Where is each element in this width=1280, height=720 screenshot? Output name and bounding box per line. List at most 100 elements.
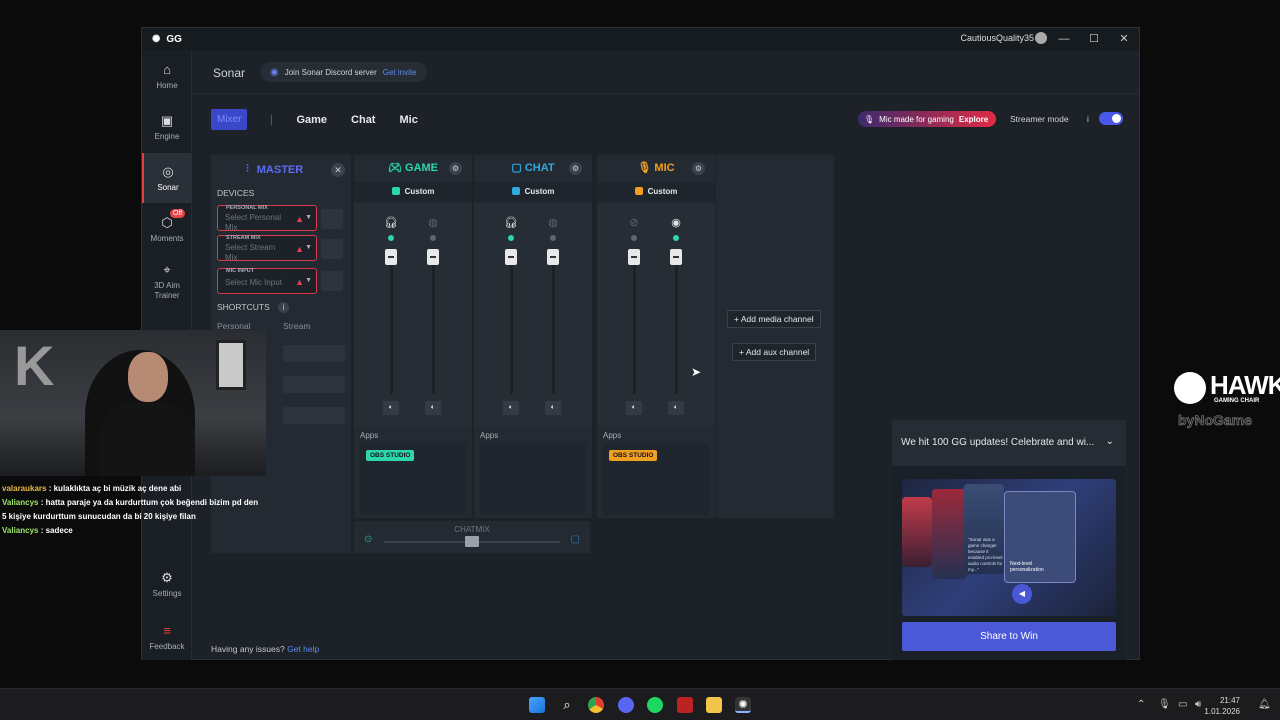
fader-track[interactable]	[510, 256, 513, 394]
fader-track[interactable]	[633, 256, 636, 394]
headphones-icon[interactable]: 🎧︎	[384, 216, 398, 229]
select-label: MIC INPUT	[226, 268, 255, 274]
chevron-up-icon[interactable]: ⌃	[1137, 699, 1145, 710]
volume-icon[interactable]: 🔊︎	[1195, 699, 1201, 710]
notification-header[interactable]: We hit 100 GG updates! Celebrate and wi.…	[892, 420, 1126, 466]
fader-track[interactable]	[390, 256, 393, 394]
minimize-button[interactable]: —	[1053, 31, 1075, 47]
headphones-icon[interactable]: 🎧︎	[504, 216, 518, 229]
fader-track[interactable]	[432, 256, 435, 394]
close-button[interactable]: ✕	[1113, 31, 1135, 47]
chevron-down-icon: ▼	[305, 244, 312, 251]
mute-icon[interactable]: 🔈︎	[545, 401, 561, 415]
share-to-win-button[interactable]: Share to Win	[902, 622, 1116, 651]
chip-icon: ▣	[160, 113, 174, 128]
stream-mix-select[interactable]: STREAM MIX Select Stream Mix ▲ ▼	[217, 235, 317, 262]
maximize-button[interactable]: ☐	[1083, 31, 1105, 47]
sidebar-item-home[interactable]: ⌂ Home	[142, 62, 192, 90]
sidebar-item-aim-trainer[interactable]: ⌖ 3D Aim Trainer	[142, 262, 192, 301]
network-icon[interactable]: ▭	[1178, 699, 1187, 710]
sidebar-item-settings[interactable]: ⚙ Settings	[142, 570, 192, 598]
app-chip-obs[interactable]: OBS STUDIO	[609, 450, 658, 461]
shortcut-stream-3[interactable]	[283, 407, 345, 424]
search-icon[interactable]: ⌕	[559, 697, 575, 713]
mute-icon[interactable]: 🔈︎	[503, 401, 519, 415]
shortcut-stream-1[interactable]	[283, 345, 345, 362]
fader-handle[interactable]	[385, 249, 397, 265]
fader-handle[interactable]	[670, 249, 682, 265]
preset-select[interactable]: Custom	[354, 182, 472, 202]
broadcast-icon[interactable]: ◍	[546, 216, 560, 229]
discord-invite[interactable]: ◉ Join Sonar Discord server Get invite	[260, 62, 427, 82]
gear-icon[interactable]: ⚙	[569, 162, 582, 175]
shortcut-stream-2[interactable]	[283, 376, 345, 393]
apps-dropzone[interactable]: OBS STUDIO	[603, 443, 709, 515]
hawk-brand: HAWK	[1210, 370, 1280, 400]
get-invite-link[interactable]: Get invite	[383, 68, 417, 77]
spotify-icon[interactable]	[647, 697, 663, 713]
mic-promo-pill[interactable]: 🎙 Mic made for gaming Explore	[858, 111, 997, 127]
info-icon[interactable]: i	[278, 302, 290, 313]
personal-mix-volume[interactable]	[321, 209, 343, 229]
fader-handle[interactable]	[427, 249, 439, 265]
hawk-emblem-icon	[1174, 372, 1206, 404]
voicemod-icon[interactable]	[677, 697, 693, 713]
tab-game[interactable]: Game	[296, 114, 327, 126]
discord-icon[interactable]	[618, 697, 634, 713]
notification-bell-icon[interactable]: 🔔︎	[1258, 699, 1271, 710]
streamer-mode-toggle[interactable]	[1099, 112, 1123, 125]
gear-icon[interactable]: ⚙	[449, 162, 462, 175]
mute-icon[interactable]: 🔈︎	[626, 401, 642, 415]
sidebar-item-engine[interactable]: ▣ Engine	[142, 113, 192, 141]
broadcast-icon[interactable]: ◍	[426, 216, 440, 229]
file-explorer-icon[interactable]	[706, 697, 722, 713]
sidebar-item-sonar[interactable]: ◎ Sonar	[142, 153, 192, 203]
mute-icon[interactable]: 🔈︎	[383, 401, 399, 415]
chatmix-handle[interactable]	[465, 536, 479, 547]
app-chip-obs[interactable]: OBS STUDIO	[366, 450, 415, 461]
mute-icon[interactable]: 🔈︎	[425, 401, 441, 415]
sidebar-item-feedback[interactable]: ≡ Feedback	[142, 623, 192, 651]
add-media-channel-button[interactable]: + Add media channel	[727, 310, 821, 328]
steelseries-gg-icon[interactable]: ✺	[735, 697, 751, 713]
gear-icon[interactable]: ⚙	[692, 162, 705, 175]
fader-track[interactable]	[675, 256, 678, 394]
mic-input-select[interactable]: MIC INPUT Select Mic Input ▲ ▼	[217, 268, 317, 294]
sliders-icon: ⫶	[246, 163, 249, 175]
fader-handle[interactable]	[547, 249, 559, 265]
fader-handle[interactable]	[628, 249, 640, 265]
fader-handle[interactable]	[505, 249, 517, 265]
windows-start-icon[interactable]	[529, 697, 545, 713]
system-clock[interactable]: 21:47 1.01.2026	[1204, 695, 1240, 717]
stream-mix-volume[interactable]	[321, 239, 343, 259]
apps-dropzone[interactable]: OBS STUDIO	[360, 443, 466, 515]
chrome-icon[interactable]	[588, 697, 604, 713]
info-icon[interactable]: i	[1087, 114, 1089, 124]
personal-mix-select[interactable]: PERSONAL MIX Select Personal Mix ▲ ▼	[217, 205, 317, 232]
get-help-link[interactable]: Get help	[287, 644, 319, 654]
select-placeholder: Select Personal Mix	[225, 213, 282, 232]
add-aux-channel-button[interactable]: + Add aux channel	[732, 343, 817, 361]
tab-chat[interactable]: Chat	[351, 114, 375, 126]
active-dot	[673, 235, 679, 241]
select-label: STREAM MIX	[226, 235, 261, 241]
preset-select[interactable]: Custom	[597, 182, 715, 202]
explore-link[interactable]: Explore	[959, 115, 988, 124]
username[interactable]: CautiousQuality35	[960, 33, 1034, 43]
avatar[interactable]	[1035, 32, 1047, 44]
preset-select[interactable]: Custom	[474, 182, 592, 202]
tab-mic[interactable]: Mic	[399, 114, 417, 126]
apps-dropzone[interactable]	[480, 443, 586, 515]
sidebar-item-moments[interactable]: Off ⬡ Moments	[142, 209, 192, 243]
sonar-icon: ◎	[162, 164, 174, 179]
microphone-icon[interactable]: 🎙︎	[1158, 699, 1171, 710]
master-close-button[interactable]: ✕	[331, 163, 345, 177]
sidebar-item-label: Home	[156, 81, 178, 90]
mic-input-volume[interactable]	[321, 271, 343, 291]
headphones-off-icon[interactable]: ⊘	[627, 216, 641, 229]
tab-mixer[interactable]: Mixer	[211, 109, 248, 130]
mute-icon[interactable]: 🔈︎	[668, 401, 684, 415]
chevron-down-icon[interactable]: ⌄	[1106, 436, 1114, 447]
broadcast-icon[interactable]: ◉	[669, 216, 683, 229]
fader-track[interactable]	[552, 256, 555, 394]
